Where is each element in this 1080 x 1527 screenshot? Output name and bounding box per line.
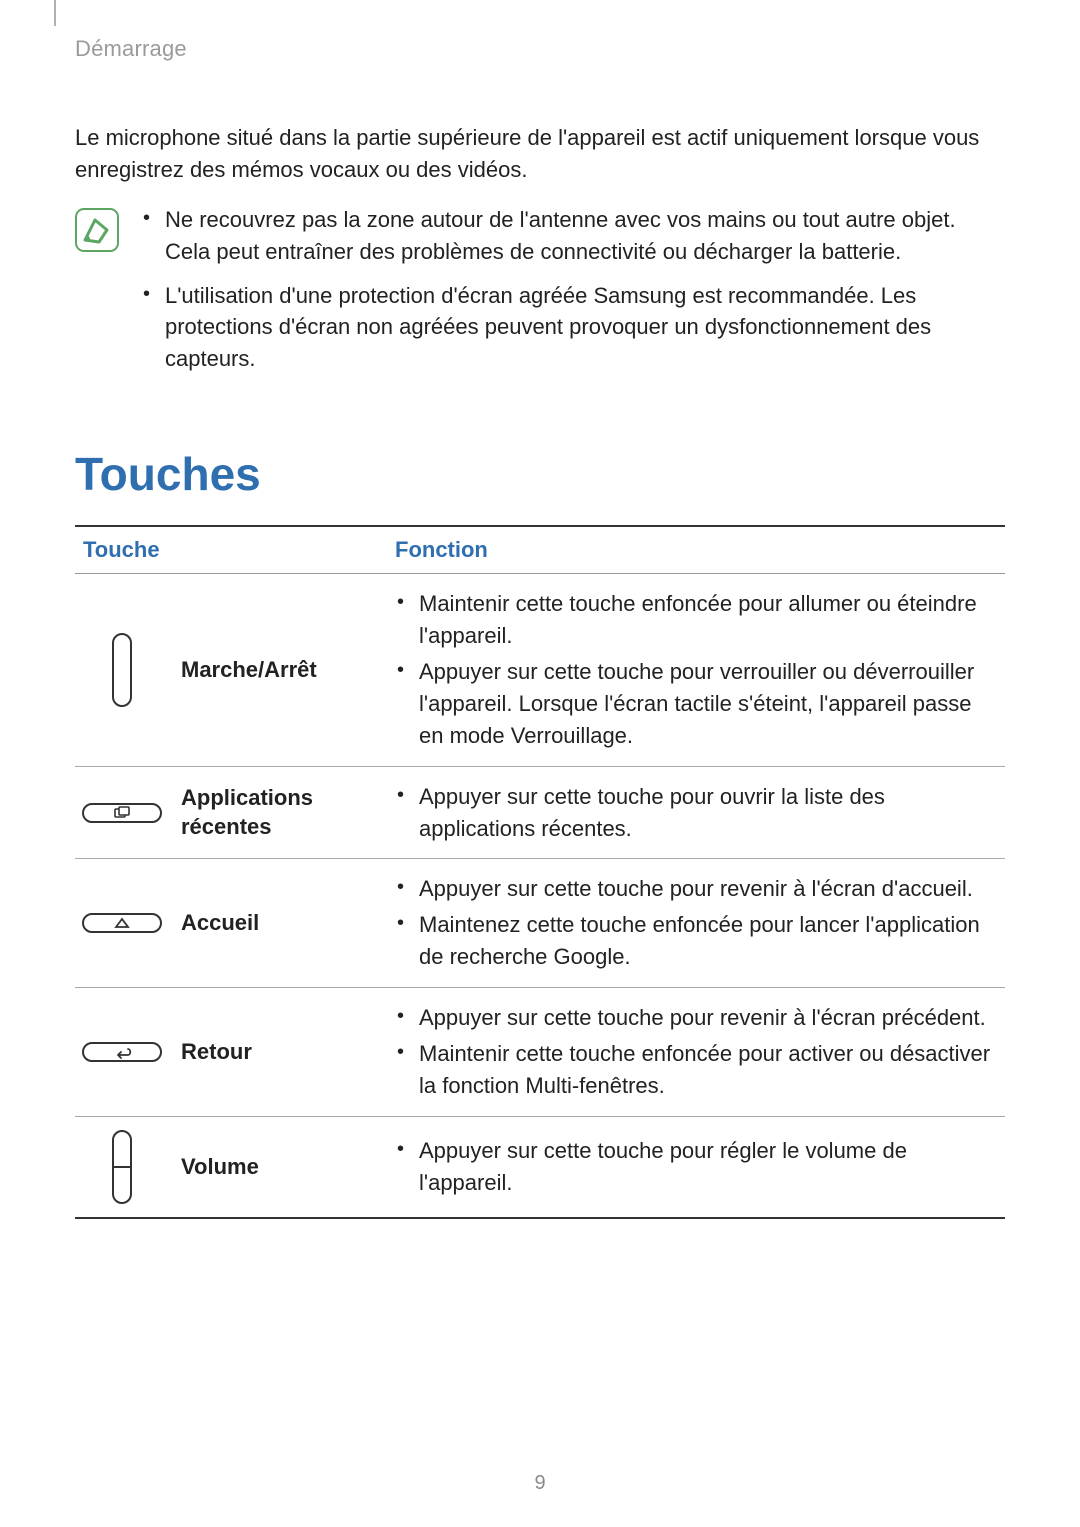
touche-label: Volume: [181, 1153, 259, 1182]
breadcrumb: Démarrage: [75, 36, 1005, 62]
table-row: Applications récentes Appuyer sur cette …: [75, 766, 1005, 859]
table-header-touche: Touche: [75, 526, 387, 574]
table-row: Volume Appuyer sur cette touche pour rég…: [75, 1116, 1005, 1218]
function-item: Appuyer sur cette touche pour revenir à …: [393, 1002, 999, 1034]
function-list: Appuyer sur cette touche pour revenir à …: [393, 873, 999, 973]
table-row: Marche/Arrêt Maintenir cette touche enfo…: [75, 574, 1005, 766]
power-button-icon: [81, 630, 163, 710]
function-item: Appuyer sur cette touche pour régler le …: [393, 1135, 999, 1199]
back-icon: [81, 1037, 163, 1067]
page-number: 9: [0, 1472, 1080, 1495]
intro-paragraph: Le microphone situé dans la partie supér…: [75, 122, 1005, 186]
touche-label: Accueil: [181, 909, 259, 938]
touche-label: Applications récentes: [181, 784, 381, 841]
keys-table: Touche Fonction Marche/Arrêt: [75, 525, 1005, 1219]
function-list: Appuyer sur cette touche pour régler le …: [393, 1135, 999, 1199]
touche-label: Retour: [181, 1038, 252, 1067]
function-item: Appuyer sur cette touche pour revenir à …: [393, 873, 999, 905]
note-list: Ne recouvrez pas la zone autour de l'ant…: [139, 204, 1005, 387]
home-icon: [81, 908, 163, 938]
function-item: Maintenir cette touche enfoncée pour all…: [393, 588, 999, 652]
page: Démarrage Le microphone situé dans la pa…: [0, 0, 1080, 1527]
function-item: Appuyer sur cette touche pour verrouille…: [393, 656, 999, 752]
touche-label: Marche/Arrêt: [181, 656, 317, 685]
note-bullet: L'utilisation d'une protection d'écran a…: [139, 280, 1005, 376]
volume-rocker-icon: [81, 1127, 163, 1207]
function-item: Appuyer sur cette touche pour ouvrir la …: [393, 781, 999, 845]
tab-mark: [54, 0, 56, 26]
function-item: Maintenir cette touche enfoncée pour act…: [393, 1038, 999, 1102]
note-block: Ne recouvrez pas la zone autour de l'ant…: [75, 204, 1005, 387]
recent-apps-icon: [81, 798, 163, 828]
function-item: Maintenez cette touche enfoncée pour lan…: [393, 909, 999, 973]
table-row: Retour Appuyer sur cette touche pour rev…: [75, 988, 1005, 1117]
section-title: Touches: [75, 447, 1005, 501]
note-icon: [75, 208, 119, 252]
note-bullet: Ne recouvrez pas la zone autour de l'ant…: [139, 204, 1005, 268]
function-list: Appuyer sur cette touche pour ouvrir la …: [393, 781, 999, 845]
function-list: Maintenir cette touche enfoncée pour all…: [393, 588, 999, 751]
table-header-fonction: Fonction: [387, 526, 1005, 574]
function-list: Appuyer sur cette touche pour revenir à …: [393, 1002, 999, 1102]
table-row: Accueil Appuyer sur cette touche pour re…: [75, 859, 1005, 988]
